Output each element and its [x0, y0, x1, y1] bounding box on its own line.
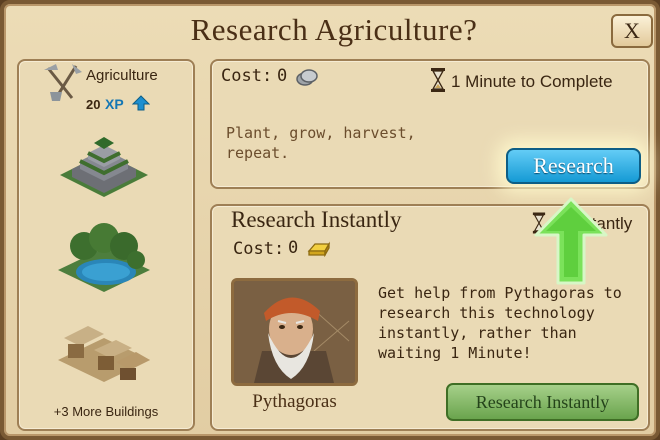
cost-value: 0 [277, 66, 288, 86]
time-to-complete: 1 Minute to Complete [451, 72, 613, 91]
coin-icon [296, 69, 318, 86]
cost-label: Cost: [221, 66, 273, 86]
xp-label: XP [105, 96, 124, 112]
gold-bar-icon [307, 241, 331, 257]
close-button[interactable]: X [611, 14, 653, 48]
xp-value: 20 [86, 97, 101, 112]
research-description: Plant, grow, harvest, repeat. [226, 124, 416, 162]
xp-up-arrow-icon [132, 95, 150, 111]
instant-cost-value: 0 [288, 238, 299, 258]
instant-description: Get help from Pythagoras to research thi… [378, 284, 622, 362]
instant-heading: Research Instantly [231, 207, 402, 232]
pythagoras-portrait-image [234, 281, 355, 383]
tech-name: Agriculture [86, 67, 158, 84]
agriculture-tools-icon [44, 64, 82, 101]
more-buildings-label: +3 More Buildings [53, 404, 159, 419]
research-dialog: Research Agriculture? X Agriculture 20 X… [0, 0, 660, 440]
research-instantly-button[interactable]: Research Instantly [446, 383, 639, 421]
pond-building-icon [58, 223, 150, 292]
advisor-portrait [231, 278, 358, 386]
terrace-farm-building-icon [60, 137, 148, 197]
instant-cost-label: Cost: [233, 239, 285, 259]
hourglass-icon [431, 68, 445, 92]
market-stalls-building-icon [58, 326, 150, 382]
tutorial-arrow-icon [534, 197, 608, 285]
dialog-title: Research Agriculture? [190, 12, 478, 47]
advisor-name: Pythagoras [252, 391, 337, 412]
research-button[interactable]: Research [506, 148, 641, 184]
